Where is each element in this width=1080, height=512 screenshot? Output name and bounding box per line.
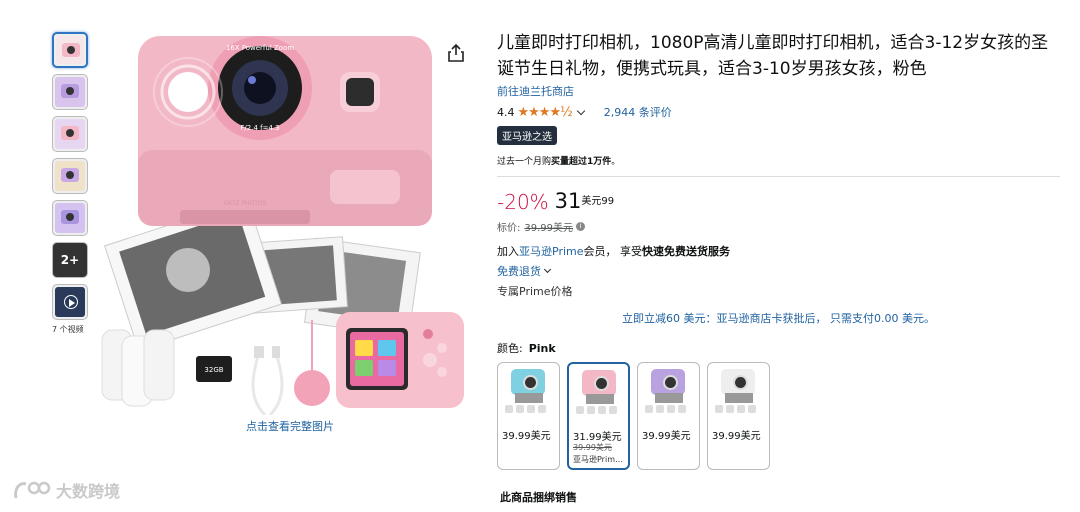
chevron-down-icon[interactable] [576,106,585,115]
video-count-label: 7 个视频 [52,325,84,334]
play-icon [64,295,78,309]
swatch-price: 39.99美元 [642,431,691,442]
thumbnail-strip: 2+ 7 个视频 [52,32,88,335]
lens-text-bottom: F/2.4 f=4.3 [240,124,279,132]
thumbnail-2[interactable] [52,74,88,110]
watermark-logo-icon [14,481,51,499]
view-full-image-link[interactable]: 点击查看完整图片 [210,418,370,434]
thumbnail-more[interactable]: 2+ [52,242,88,278]
selected-color: Pink [528,342,556,355]
color-label-row: 颜色: Pink [497,342,556,355]
color-swatch-pink[interactable]: 31.99美元 39.99美元 亚马逊Prim… [567,362,630,470]
list-price-label: 标价: [497,223,521,234]
thumbnail-5[interactable] [52,200,88,236]
bought-count: 过去一个月购买量超过1万件。 [497,157,621,167]
star-rating-icon[interactable]: ★★★★½ [518,105,573,120]
share-icon[interactable] [446,43,466,63]
thumbnail-video[interactable] [52,284,88,320]
list-price: 39.99美元 [524,223,574,234]
lens-text-top: 16X Powerful Zoom [226,44,295,52]
product-title: 儿童即时打印相机，1080P高清儿童即时打印相机，适合3-12岁女孩的圣诞节生日… [497,33,1049,79]
swatch-price: 39.99美元 [502,431,551,442]
camera-brand-text: GKTZ PHOTOS [224,200,267,207]
sd-card-label: 32GB [204,366,223,374]
prime-price-label: 专属Prime价格 [497,285,573,298]
divider [497,176,1060,177]
color-swatches: 39.99美元 31.99美元 39.99美元 亚马逊Prim… 39.99美元… [497,362,1062,470]
color-swatch-blue[interactable]: 39.99美元 [497,362,560,470]
price-whole: 31 [554,189,582,213]
free-returns-link[interactable]: 免费退货 [497,263,1062,279]
bundle-heading: 此商品捆绑销售 [500,491,577,504]
price-fraction: 美元99 [581,196,615,207]
color-swatch-purple[interactable]: 39.99美元 [637,362,700,470]
list-price-row: 标价: 39.99美元 i [497,219,1062,234]
store-link[interactable]: 前往迪兰托商店 [497,83,1062,99]
amazon-choice-badge: 亚马逊之选 [497,126,557,145]
thumbnail-1[interactable] [52,32,88,68]
discount-percent: -20% [497,190,549,214]
swatch-prime-note: 亚马逊Prim… [573,455,623,464]
store-card-promo-link[interactable]: 立即立减60 美元：亚马逊商店卡获批后， 只需支付0.00 美元。 [497,310,1060,326]
camera-body: 16X Powerful Zoom F/2.4 f=4.3 GKTZ PHOTO… [138,36,432,226]
thumbnail-4[interactable] [52,158,88,194]
main-product-image[interactable]: 16X Powerful Zoom F/2.4 f=4.3 GKTZ PHOTO… [100,30,470,415]
watermark: 大数跨境 [12,478,120,502]
thumbnail-3[interactable] [52,116,88,152]
swatch-old-price: 39.99美元 [573,443,612,452]
prime-offer: 加入亚马逊Prime会员， 享受快速免费送货服务 [497,245,731,258]
price-row: -20% 31 美元99 [497,190,1062,214]
rating-row: 4.4 ★★★★½ 2,944 条评价 [497,104,1062,120]
rating-value: 4.4 [497,105,515,119]
swatch-price: 39.99美元 [712,431,761,442]
chevron-down-icon [543,265,552,274]
swatch-price: 31.99美元 [573,432,622,443]
product-info: 儿童即时打印相机，1080P高清儿童即时打印相机，适合3-12岁女孩的圣诞节生日… [497,30,1062,470]
info-icon[interactable]: i [576,222,586,231]
color-swatch-white[interactable]: 39.99美元 [707,362,770,470]
reviews-link[interactable]: 2,944 条评价 [604,104,672,120]
prime-link[interactable]: 亚马逊Prime [519,245,584,258]
